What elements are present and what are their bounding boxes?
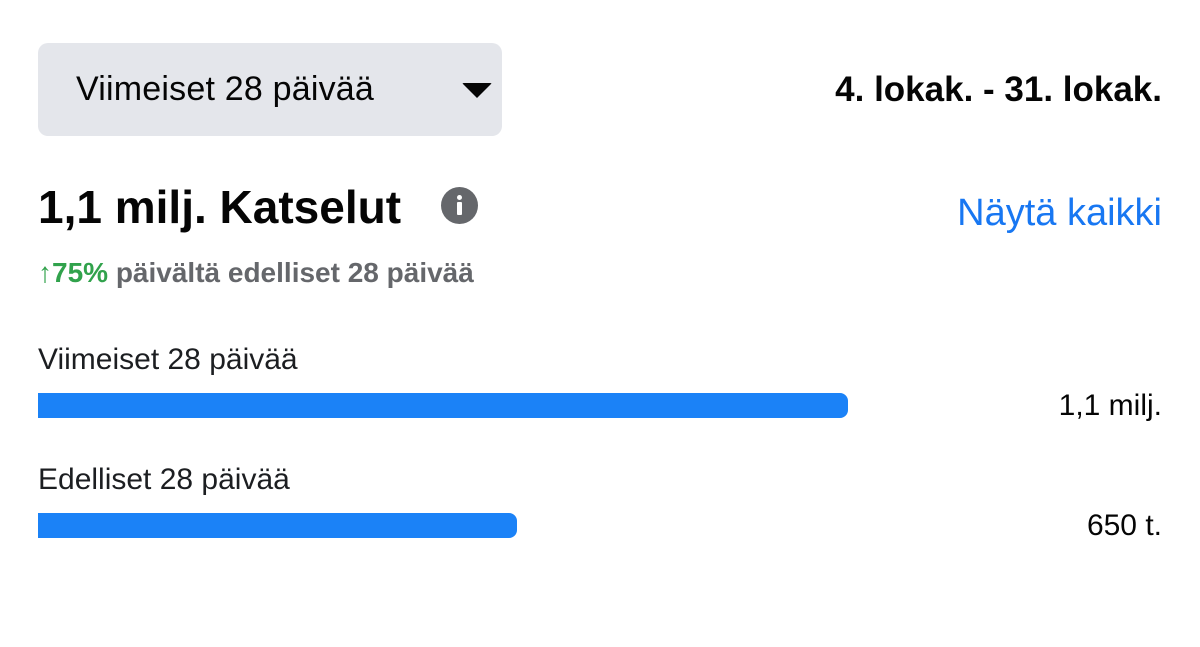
bar-value-label: 1,1 milj. (1058, 389, 1162, 422)
change-percent: 75% (52, 257, 109, 288)
caret-down-icon (462, 83, 492, 98)
bar-value-label: 650 t. (1086, 509, 1162, 542)
period-dropdown-label: Viimeiset 28 päivää (76, 70, 375, 108)
bar-track (38, 393, 1038, 418)
metric-title: 1,1 milj. Katselut (38, 181, 402, 233)
bar (38, 513, 517, 538)
info-icon[interactable] (441, 187, 478, 224)
change-text: päivältä edelliset 28 päivää (115, 257, 474, 288)
bar-label: Viimeiset 28 päivää (38, 343, 298, 376)
info-icon-stem (457, 202, 462, 215)
date-range: 4. lokak. - 31. lokak. (835, 70, 1162, 109)
change-indicator: ↑75% päivältä edelliset 28 päivää (38, 257, 474, 289)
bar (38, 393, 848, 418)
arrow-up-icon: ↑ (38, 257, 52, 288)
period-dropdown[interactable]: Viimeiset 28 päivää (38, 43, 502, 136)
bar-label: Edelliset 28 päivää (38, 463, 290, 496)
see-all-link[interactable]: Näytä kaikki (957, 192, 1162, 235)
bar-track (38, 513, 1038, 538)
info-icon-dot (457, 195, 462, 200)
